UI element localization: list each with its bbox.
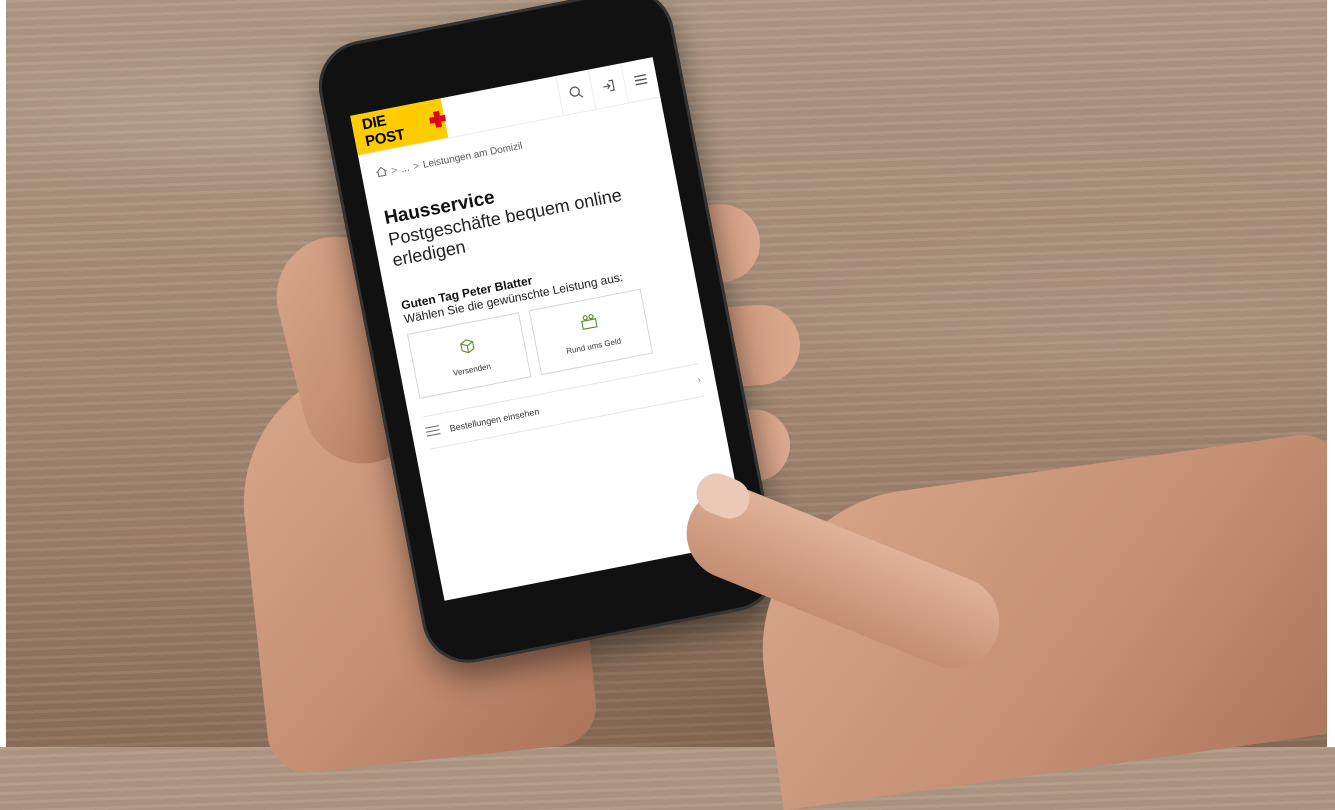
image-frame (0, 0, 1335, 747)
